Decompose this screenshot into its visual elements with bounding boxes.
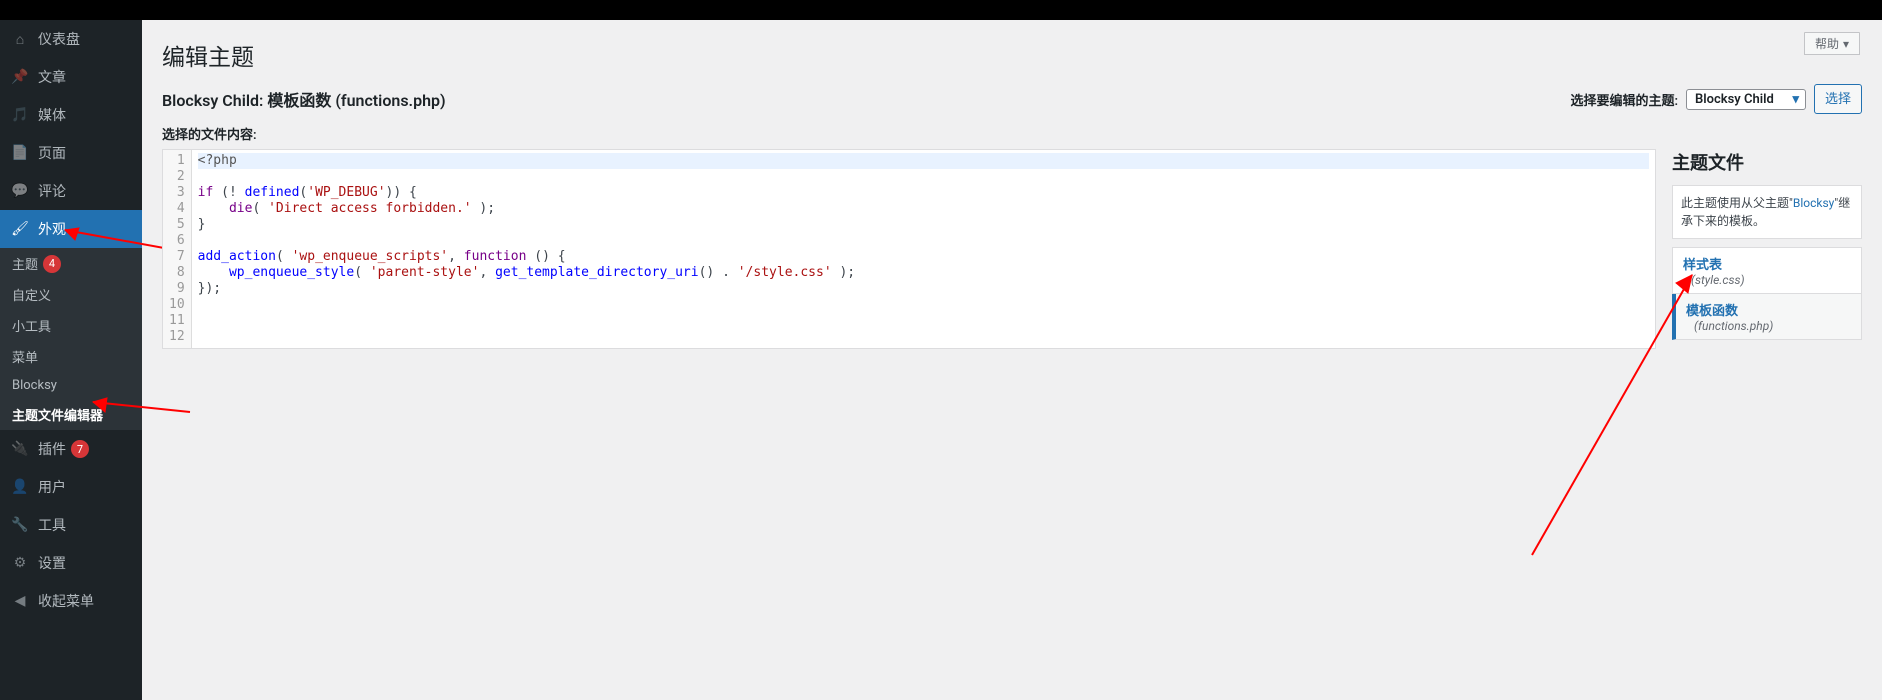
appearance-submenu: 主题4自定义小工具菜单Blocksy主题文件编辑器 bbox=[0, 248, 142, 430]
file-item-title: 样式表 bbox=[1683, 254, 1851, 273]
sidebar-item-label: 页面 bbox=[38, 143, 66, 163]
comment-icon: 💬 bbox=[10, 181, 30, 201]
line-number-gutter: 123456789101112 bbox=[163, 150, 192, 348]
update-badge: 7 bbox=[71, 440, 89, 458]
chosen-file-label: 选择的文件内容: bbox=[162, 124, 1862, 143]
pin-icon: 📌 bbox=[10, 67, 30, 87]
select-theme-label: 选择要编辑的主题: bbox=[1570, 90, 1678, 109]
theme-file-item[interactable]: 模板函数(functions.php) bbox=[1672, 294, 1862, 340]
sidebar-item-label: 插件 bbox=[38, 439, 66, 459]
sidebar-item-label: 用户 bbox=[38, 477, 66, 497]
settings-icon: ⚙ bbox=[10, 553, 30, 573]
sidebar-item-外观[interactable]: 🖌 外观 bbox=[0, 210, 142, 248]
sidebar-sub-item-自定义[interactable]: 自定义 bbox=[0, 279, 142, 310]
sidebar-item-label: 工具 bbox=[38, 515, 66, 535]
code-lines[interactable]: <?php if (! defined('WP_DEBUG')) { die( … bbox=[192, 150, 1655, 348]
user-icon: 👤 bbox=[10, 477, 30, 497]
sidebar-sub-item-菜单[interactable]: 菜单 bbox=[0, 341, 142, 372]
sidebar-item-label: 收起菜单 bbox=[38, 591, 94, 611]
sidebar-item-页面[interactable]: 📄 页面 bbox=[0, 134, 142, 172]
sidebar-item-label: 设置 bbox=[38, 553, 66, 573]
editing-file-title: Blocksy Child: 模板函数 (functions.php) bbox=[162, 87, 446, 111]
help-tab[interactable]: 帮助 ▾ bbox=[1804, 32, 1860, 55]
code-editor[interactable]: 123456789101112 <?php if (! defined('WP_… bbox=[162, 149, 1656, 349]
sidebar-item-工具[interactable]: 🔧 工具 bbox=[0, 506, 142, 544]
sidebar-sub-item-Blocksy[interactable]: Blocksy bbox=[0, 372, 142, 399]
theme-files-heading: 主题文件 bbox=[1672, 149, 1862, 175]
sidebar-item-文章[interactable]: 📌 文章 bbox=[0, 58, 142, 96]
sidebar-sub-item-小工具[interactable]: 小工具 bbox=[0, 310, 142, 341]
selected-theme-value: Blocksy Child bbox=[1695, 92, 1774, 107]
page-icon: 📄 bbox=[10, 143, 30, 163]
wrench-icon: 🔧 bbox=[10, 515, 30, 535]
sidebar-item-媒体[interactable]: 🎵 媒体 bbox=[0, 96, 142, 134]
sidebar-item-设置[interactable]: ⚙ 设置 bbox=[0, 544, 142, 582]
sidebar-item-label: 外观 bbox=[38, 219, 66, 239]
sidebar-item-label: 媒体 bbox=[38, 105, 66, 125]
sidebar-item-用户[interactable]: 👤 用户 bbox=[0, 468, 142, 506]
update-badge: 4 bbox=[43, 255, 61, 273]
chevron-down-icon: ▾ bbox=[1843, 37, 1849, 51]
sidebar-item-仪表盘[interactable]: ⌂ 仪表盘 bbox=[0, 20, 142, 58]
select-button[interactable]: 选择 bbox=[1814, 84, 1862, 114]
inherit-note: 此主题使用从父主题"Blocksy"继承下来的模板。 bbox=[1672, 185, 1862, 239]
theme-file-item[interactable]: 样式表(style.css) bbox=[1672, 247, 1862, 294]
file-item-filename: (functions.php) bbox=[1694, 319, 1851, 333]
collapse-icon: ◀ bbox=[10, 591, 30, 611]
sidebar-sub-item-主题文件编辑器[interactable]: 主题文件编辑器 bbox=[0, 399, 142, 430]
sidebar-item-label: 仪表盘 bbox=[38, 29, 80, 49]
sidebar-item-label: 文章 bbox=[38, 67, 66, 87]
sidebar-item-label: 评论 bbox=[38, 181, 66, 201]
theme-files-panel: 主题文件 此主题使用从父主题"Blocksy"继承下来的模板。 样式表(styl… bbox=[1672, 149, 1862, 340]
admin-topbar bbox=[0, 0, 1882, 20]
brush-icon: 🖌 bbox=[10, 219, 30, 239]
sidebar-item-收起菜单[interactable]: ◀ 收起菜单 bbox=[0, 582, 142, 620]
sidebar-item-评论[interactable]: 💬 评论 bbox=[0, 172, 142, 210]
plugin-icon: 🔌 bbox=[10, 439, 30, 459]
content-area: 帮助 ▾ 编辑主题 Blocksy Child: 模板函数 (functions… bbox=[142, 20, 1882, 700]
help-label: 帮助 bbox=[1815, 35, 1839, 52]
page-title: 编辑主题 bbox=[162, 20, 1862, 84]
media-icon: 🎵 bbox=[10, 105, 30, 125]
parent-theme-link[interactable]: Blocksy bbox=[1793, 196, 1835, 210]
theme-select-dropdown[interactable]: Blocksy Child bbox=[1686, 89, 1806, 110]
file-item-filename: (style.css) bbox=[1691, 273, 1851, 287]
sidebar-sub-item-主题[interactable]: 主题4 bbox=[0, 248, 142, 279]
file-item-title: 模板函数 bbox=[1686, 300, 1851, 319]
dashboard-icon: ⌂ bbox=[10, 29, 30, 49]
admin-sidebar: ⌂ 仪表盘 📌 文章 🎵 媒体 📄 页面 💬 评论 🖌 外观主题4自定义小工具菜单Blocksy主题文… bbox=[0, 20, 142, 700]
sidebar-item-插件[interactable]: 🔌 插件 7 bbox=[0, 430, 142, 468]
